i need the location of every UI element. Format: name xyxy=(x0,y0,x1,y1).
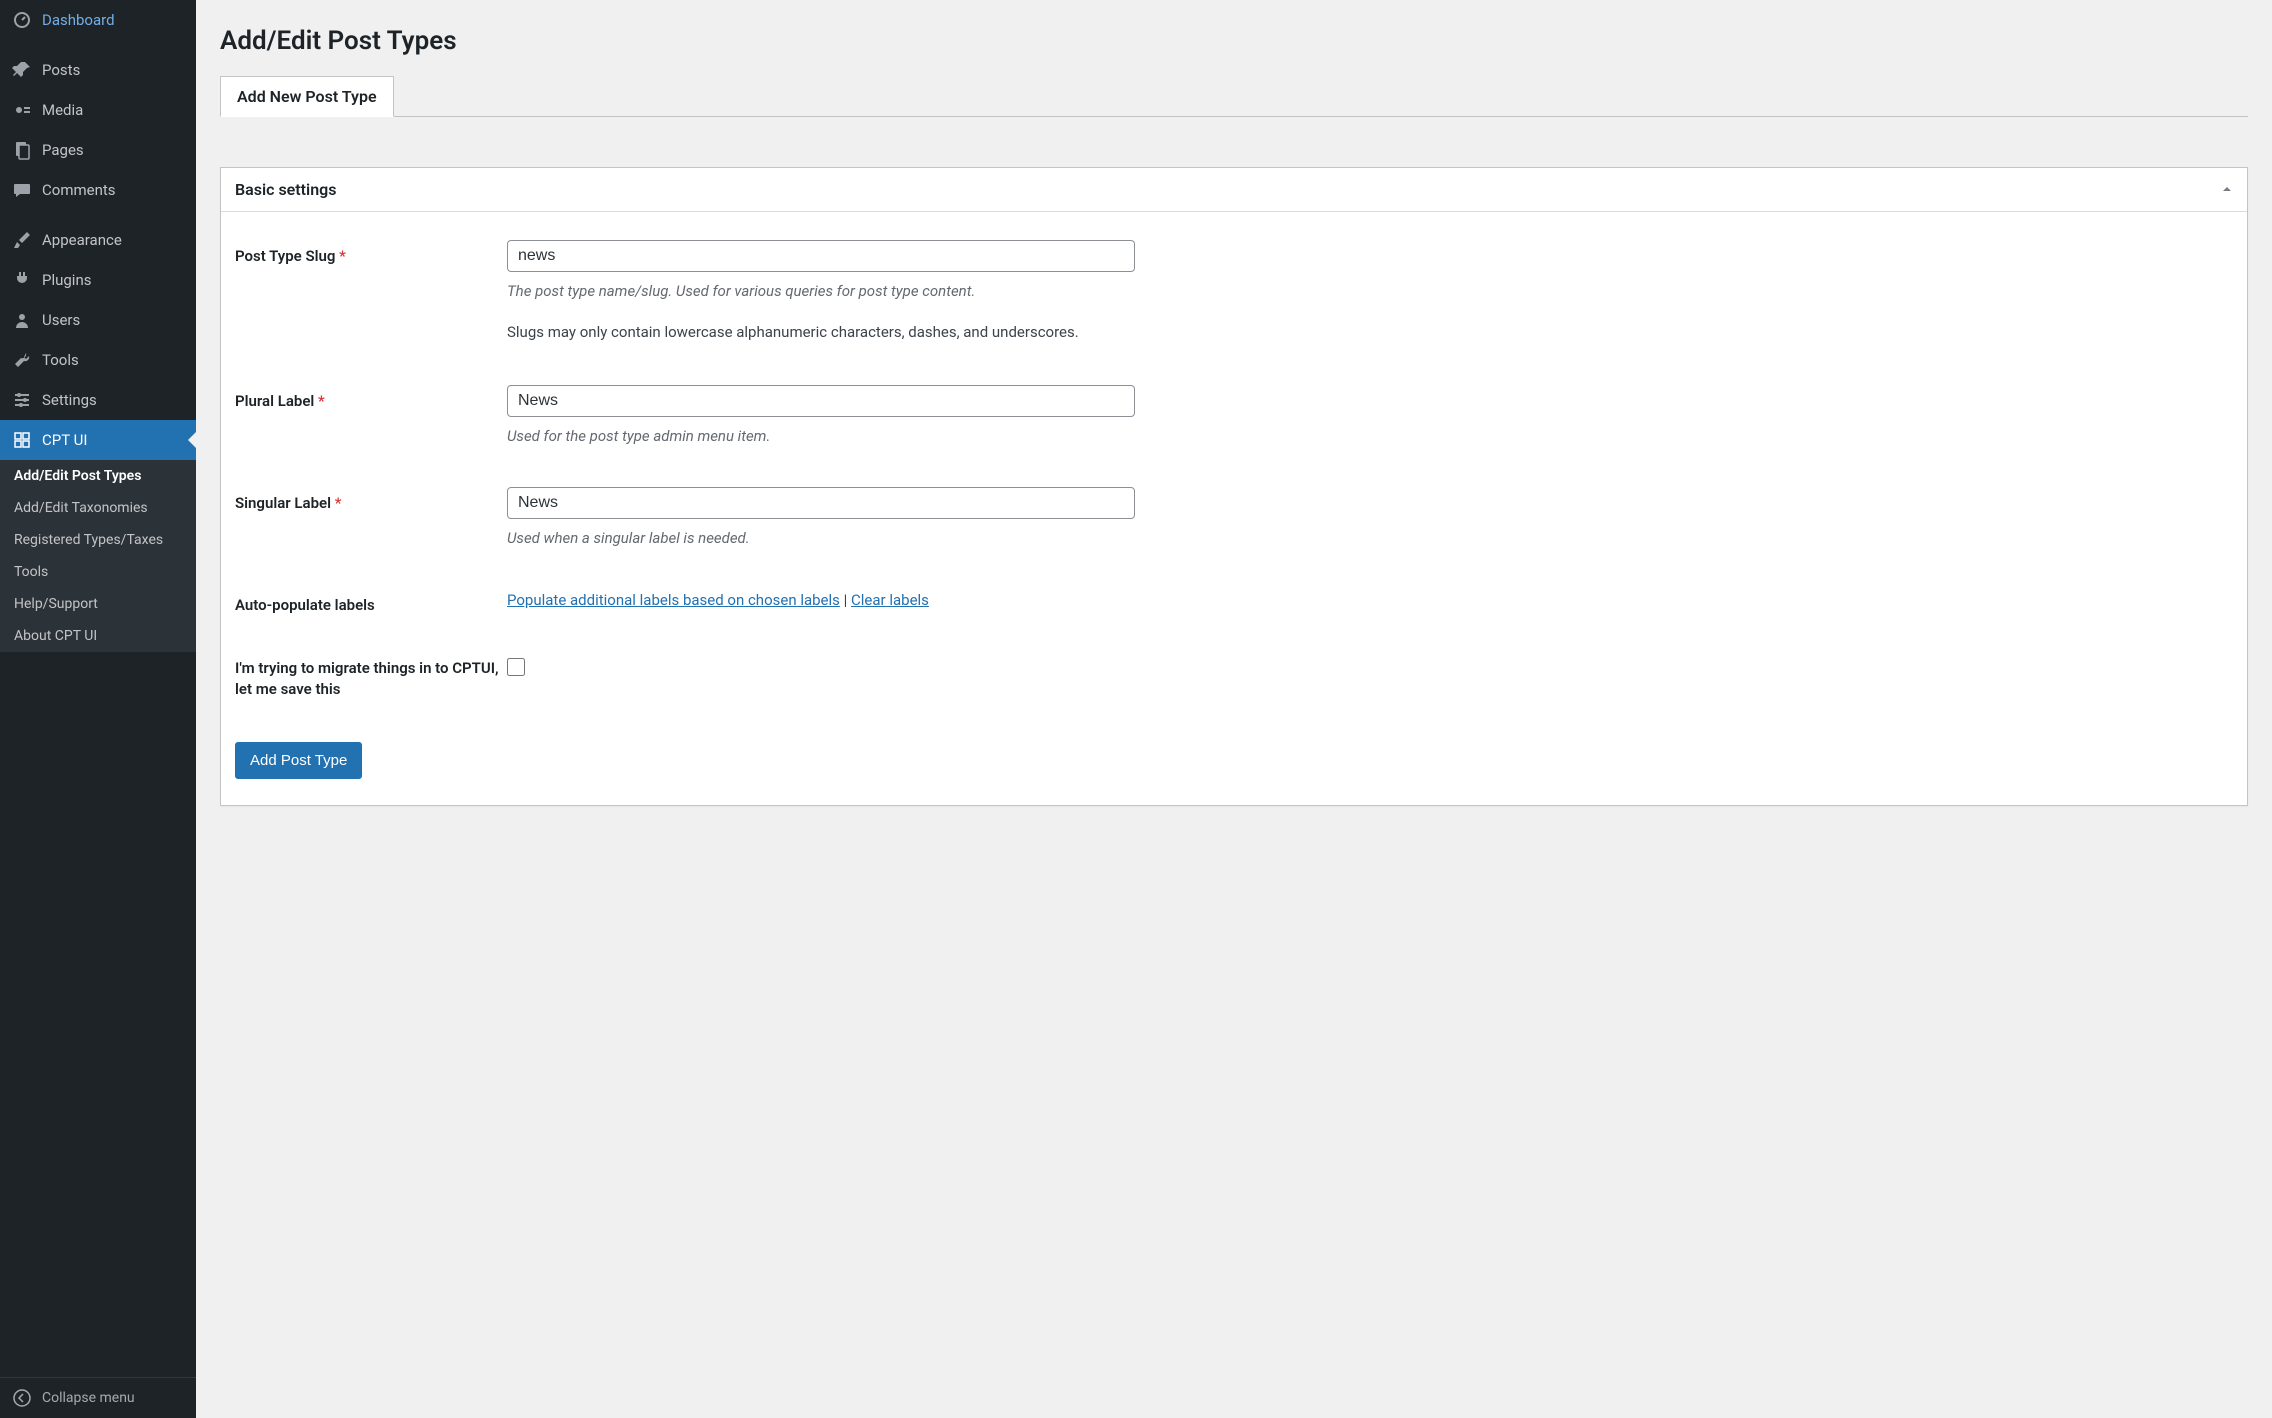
field-label-plural: Plural Label * xyxy=(235,385,507,412)
submenu-item-add-edit-taxonomies[interactable]: Add/Edit Taxonomies xyxy=(0,492,196,524)
field-label-autopopulate: Auto-populate labels xyxy=(235,589,507,616)
sliders-icon xyxy=(12,390,32,410)
post-type-slug-input[interactable] xyxy=(507,240,1135,272)
submenu-item-help-support[interactable]: Help/Support xyxy=(0,588,196,620)
migrate-checkbox[interactable] xyxy=(507,658,525,676)
sidebar-item-dashboard[interactable]: Dashboard xyxy=(0,0,196,40)
submenu-item-tools[interactable]: Tools xyxy=(0,556,196,588)
plural-label-input[interactable] xyxy=(507,385,1135,417)
cpt-ui-icon xyxy=(12,430,32,450)
main-content: Add/Edit Post Types Add New Post Type Ba… xyxy=(196,0,2272,1418)
field-label-migrate: I'm trying to migrate things in to CPTUI… xyxy=(235,658,507,700)
sidebar-item-comments[interactable]: Comments xyxy=(0,170,196,210)
panel-body: Post Type Slug * The post type name/slug… xyxy=(221,212,2247,805)
field-row-singular: Singular Label * Used when a singular la… xyxy=(235,487,2233,547)
plug-icon xyxy=(12,270,32,290)
sidebar-item-media[interactable]: Media xyxy=(0,90,196,130)
field-row-plural: Plural Label * Used for the post type ad… xyxy=(235,385,2233,445)
populate-labels-link[interactable]: Populate additional labels based on chos… xyxy=(507,591,840,609)
submenu-item-registered-types-taxes[interactable]: Registered Types/Taxes xyxy=(0,524,196,556)
sidebar-item-label: Posts xyxy=(42,61,80,79)
pages-icon xyxy=(12,140,32,160)
sidebar-item-pages[interactable]: Pages xyxy=(0,130,196,170)
submenu-item-add-edit-post-types[interactable]: Add/Edit Post Types xyxy=(0,460,196,492)
field-row-migrate: I'm trying to migrate things in to CPTUI… xyxy=(235,658,2233,700)
tab-add-new-post-type[interactable]: Add New Post Type xyxy=(220,76,394,117)
add-post-type-button[interactable]: Add Post Type xyxy=(235,742,362,779)
slug-note: Slugs may only contain lowercase alphanu… xyxy=(507,322,1187,343)
sidebar-item-cpt-ui[interactable]: CPT UI xyxy=(0,420,196,460)
brush-icon xyxy=(12,230,32,250)
cpt-ui-submenu: Add/Edit Post Types Add/Edit Taxonomies … xyxy=(0,460,196,652)
sidebar-item-label: Tools xyxy=(42,351,79,369)
sidebar-item-users[interactable]: Users xyxy=(0,300,196,340)
media-icon xyxy=(12,100,32,120)
page-title: Add/Edit Post Types xyxy=(220,26,2248,56)
pin-icon xyxy=(12,60,32,80)
submit-row: Add Post Type xyxy=(235,742,2233,779)
panel-title: Basic settings xyxy=(235,180,336,199)
sidebar-item-tools[interactable]: Tools xyxy=(0,340,196,380)
sidebar-item-settings[interactable]: Settings xyxy=(0,380,196,420)
basic-settings-panel: Basic settings Post Type Slug * The post… xyxy=(220,167,2248,806)
sidebar-item-label: Media xyxy=(42,101,83,119)
sidebar-item-label: Appearance xyxy=(42,231,122,249)
sidebar-item-label: CPT UI xyxy=(42,431,87,449)
sidebar-item-label: Dashboard xyxy=(42,11,115,29)
link-divider: | xyxy=(840,591,851,609)
field-label-singular: Singular Label * xyxy=(235,487,507,514)
collapse-menu-button[interactable]: Collapse menu xyxy=(0,1377,196,1418)
sidebar-item-plugins[interactable]: Plugins xyxy=(0,260,196,300)
panel-header[interactable]: Basic settings xyxy=(221,168,2247,212)
field-label-slug: Post Type Slug * xyxy=(235,240,507,267)
plural-description: Used for the post type admin menu item. xyxy=(507,427,1187,445)
sidebar-item-label: Comments xyxy=(42,181,116,199)
field-row-slug: Post Type Slug * The post type name/slug… xyxy=(235,240,2233,343)
sidebar-item-label: Pages xyxy=(42,141,84,159)
collapse-label: Collapse menu xyxy=(42,1390,135,1406)
sidebar-item-label: Plugins xyxy=(42,271,91,289)
collapse-icon xyxy=(12,1388,32,1408)
field-row-autopopulate: Auto-populate labels Populate additional… xyxy=(235,589,2233,616)
sidebar-item-posts[interactable]: Posts xyxy=(0,50,196,90)
admin-sidebar: Dashboard Posts Media Pages Comments App… xyxy=(0,0,196,1418)
singular-description: Used when a singular label is needed. xyxy=(507,529,1187,547)
dashboard-icon xyxy=(12,10,32,30)
singular-label-input[interactable] xyxy=(507,487,1135,519)
clear-labels-link[interactable]: Clear labels xyxy=(851,591,929,609)
sidebar-item-label: Users xyxy=(42,311,80,329)
wrench-icon xyxy=(12,350,32,370)
collapse-panel-icon[interactable] xyxy=(2221,180,2233,199)
slug-description: The post type name/slug. Used for variou… xyxy=(507,282,1187,300)
tabs: Add New Post Type xyxy=(220,76,2248,117)
comment-icon xyxy=(12,180,32,200)
sidebar-item-appearance[interactable]: Appearance xyxy=(0,220,196,260)
user-icon xyxy=(12,310,32,330)
submenu-item-about-cpt-ui[interactable]: About CPT UI xyxy=(0,620,196,652)
sidebar-item-label: Settings xyxy=(42,391,97,409)
